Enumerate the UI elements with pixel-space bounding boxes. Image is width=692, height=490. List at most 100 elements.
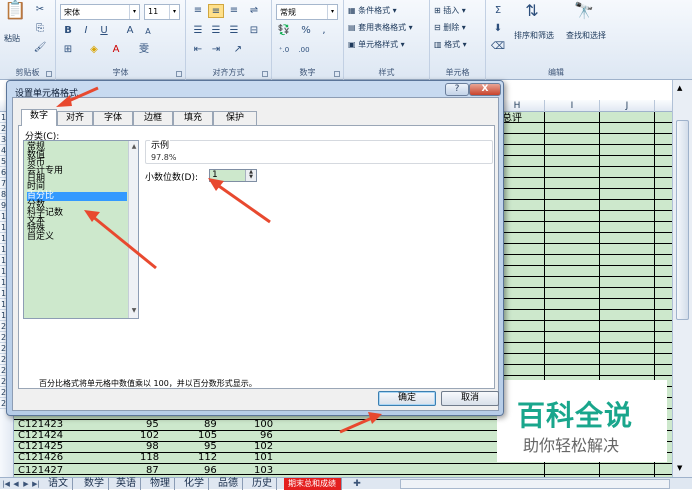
- score-cell[interactable]: 102: [140, 430, 159, 441]
- delete-button[interactable]: ⊟ 删除 ▾: [434, 22, 466, 33]
- sheet-tab-history[interactable]: 历史: [248, 478, 277, 490]
- tab-font[interactable]: 字体: [93, 111, 133, 125]
- number-launcher[interactable]: [334, 71, 340, 77]
- score-cell[interactable]: 101: [254, 452, 273, 463]
- sheet-tab-physics[interactable]: 物理: [146, 478, 175, 490]
- grow-font-button[interactable]: A: [122, 24, 138, 38]
- font-size-combo[interactable]: 11 ▾: [144, 4, 180, 20]
- close-button[interactable]: X: [469, 83, 501, 96]
- score-cell[interactable]: 98: [146, 441, 159, 452]
- cancel-button[interactable]: 取消: [441, 391, 499, 406]
- scroll-up-icon[interactable]: ▲: [677, 84, 682, 92]
- score-cell[interactable]: 102: [254, 441, 273, 452]
- fill-color-icon[interactable]: ◈: [86, 43, 102, 57]
- percent-button[interactable]: %: [298, 24, 314, 38]
- align-middle-icon[interactable]: ≡: [208, 4, 224, 18]
- score-cell[interactable]: 96: [204, 465, 217, 474]
- format-as-table-button[interactable]: ▤ 套用表格格式 ▾: [348, 22, 413, 33]
- increase-indent-icon[interactable]: ⇥: [208, 43, 224, 57]
- tab-alignment[interactable]: 对齐: [57, 111, 93, 125]
- conditional-format-button[interactable]: ▦ 条件格式 ▾: [348, 5, 397, 16]
- font-color-icon[interactable]: A: [108, 43, 124, 57]
- format-painter-icon[interactable]: 🖌: [32, 41, 48, 55]
- id-cell[interactable]: C121424: [18, 430, 63, 441]
- prev-sheet-icon[interactable]: ◀: [12, 479, 20, 489]
- category-list[interactable]: 常规 数值 货币 会计专用 日期 时间 百分比 分数 科学记数 文本 特殊 自定…: [23, 140, 139, 319]
- decimal-places-value[interactable]: 1: [212, 170, 218, 180]
- score-cell[interactable]: 112: [198, 452, 217, 463]
- score-cell[interactable]: 95: [204, 441, 217, 452]
- sheet-tab-final[interactable]: 期末总和成绩: [284, 478, 342, 490]
- comma-button[interactable]: ,: [316, 24, 332, 38]
- score-cell[interactable]: 103: [254, 465, 273, 474]
- vertical-scrollbar[interactable]: ▲ ▼: [672, 80, 692, 477]
- table-row[interactable]: C121424 102 105 96: [14, 430, 490, 441]
- sheet-tab-chinese[interactable]: 语文: [44, 478, 73, 490]
- ok-button[interactable]: 确定: [378, 391, 436, 406]
- score-cell[interactable]: 87: [146, 465, 159, 474]
- number-format-combo[interactable]: 常规 ▾: [276, 4, 338, 20]
- paste-button[interactable]: 粘贴: [4, 33, 20, 44]
- clear-icon[interactable]: ⌫: [490, 40, 506, 54]
- table-row[interactable]: C121423 95 89 100: [14, 419, 490, 430]
- border-icon[interactable]: ⊞: [60, 43, 76, 57]
- alignment-launcher[interactable]: [262, 71, 268, 77]
- paste-icon[interactable]: 📋: [4, 2, 26, 28]
- find-icon[interactable]: 🔭: [572, 3, 596, 26]
- table-row[interactable]: C121425 98 95 102: [14, 441, 490, 452]
- font-launcher[interactable]: [176, 71, 182, 77]
- horizontal-scrollbar[interactable]: [400, 479, 670, 489]
- autosum-button[interactable]: Σ: [490, 4, 506, 18]
- score-cell[interactable]: 100: [254, 419, 273, 430]
- decrease-indent-icon[interactable]: ⇤: [190, 43, 206, 57]
- score-cell[interactable]: 89: [204, 419, 217, 430]
- wrap-text-icon[interactable]: ⇌: [246, 4, 262, 18]
- table-row[interactable]: C121427 87 96 103: [14, 463, 490, 474]
- sort-filter-button[interactable]: 排序和筛选: [514, 30, 554, 41]
- help-button[interactable]: ?: [445, 83, 469, 96]
- scrollbar-thumb[interactable]: [676, 120, 689, 320]
- column-header-j[interactable]: J: [600, 100, 655, 112]
- score-cell[interactable]: 96: [260, 430, 273, 441]
- phonetic-button[interactable]: 雯: [136, 43, 152, 57]
- sheet-tab-chemistry[interactable]: 化学: [180, 478, 209, 490]
- italic-button[interactable]: I: [78, 24, 94, 38]
- id-cell[interactable]: C121423: [18, 419, 63, 430]
- insert-button[interactable]: ⊞ 插入 ▾: [434, 5, 466, 16]
- align-center-icon[interactable]: ☰: [208, 24, 224, 38]
- tab-fill[interactable]: 填充: [173, 111, 213, 125]
- score-cell[interactable]: 95: [146, 419, 159, 430]
- format-button[interactable]: ▥ 格式 ▾: [434, 39, 467, 50]
- sheet-tab-morality[interactable]: 品德: [214, 478, 243, 490]
- find-select-button[interactable]: 查找和选择: [566, 30, 606, 41]
- insert-sheet-icon[interactable]: ✚: [350, 479, 364, 489]
- id-cell[interactable]: C121425: [18, 441, 63, 452]
- category-scrollbar[interactable]: ▲ ▼: [128, 141, 138, 318]
- align-top-icon[interactable]: ≡: [190, 4, 206, 18]
- font-name-combo[interactable]: 宋体 ▾: [60, 4, 140, 20]
- sheet-tab-math[interactable]: 数学: [80, 478, 109, 490]
- currency-icon[interactable]: 💱: [276, 24, 292, 38]
- orientation-icon[interactable]: ↗: [230, 43, 246, 57]
- increase-decimal-icon[interactable]: ⁺.0: [276, 43, 292, 57]
- cell-styles-button[interactable]: ▣ 单元格样式 ▾: [348, 39, 405, 50]
- scroll-down-icon[interactable]: ▼: [677, 464, 682, 472]
- underline-button[interactable]: U: [96, 24, 112, 38]
- tab-border[interactable]: 边框: [133, 111, 173, 125]
- bold-button[interactable]: B: [60, 24, 76, 38]
- column-header-i[interactable]: I: [545, 100, 600, 112]
- sort-filter-icon[interactable]: ⇅: [520, 3, 544, 26]
- scroll-up-icon[interactable]: ▲: [130, 143, 138, 151]
- id-cell[interactable]: C121427: [18, 465, 63, 474]
- cut-icon[interactable]: ✂: [32, 3, 48, 17]
- decrease-decimal-icon[interactable]: .00: [296, 43, 312, 57]
- id-cell[interactable]: C121426: [18, 452, 63, 463]
- tab-protection[interactable]: 保护: [213, 111, 257, 125]
- align-bottom-icon[interactable]: ≡: [226, 4, 242, 18]
- align-right-icon[interactable]: ☰: [226, 24, 242, 38]
- merge-icon[interactable]: ⊟: [246, 24, 262, 38]
- list-item[interactable]: 自定义: [27, 233, 127, 242]
- score-cell[interactable]: 105: [198, 430, 217, 441]
- tab-number[interactable]: 数字: [21, 109, 57, 126]
- shrink-font-button[interactable]: A: [140, 25, 156, 39]
